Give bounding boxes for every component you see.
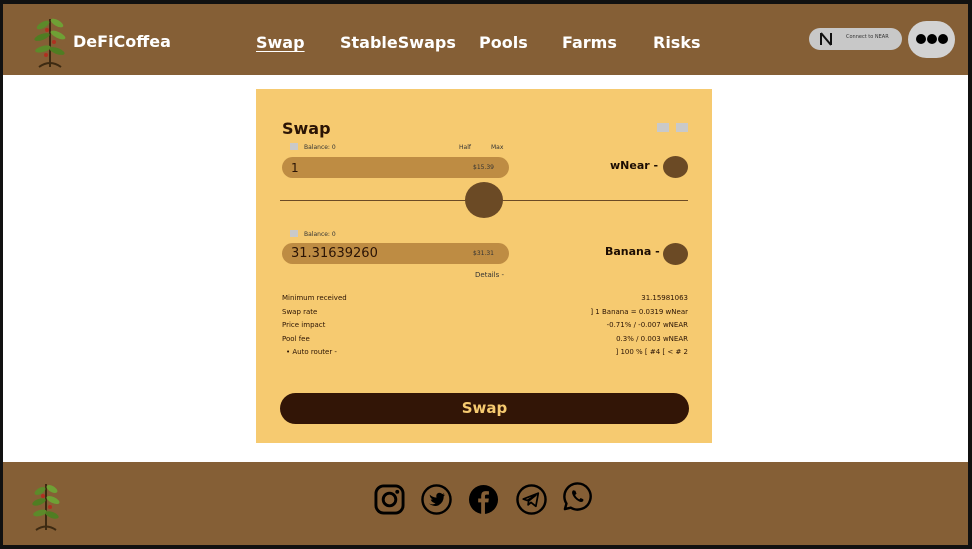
from-token-icon[interactable]: [663, 156, 688, 178]
more-dots-icon: [938, 34, 948, 44]
detail-value: 31.15981063: [641, 294, 688, 302]
from-token-selector[interactable]: wNear -: [610, 159, 658, 172]
brand-name[interactable]: DeFiCoffea: [73, 32, 171, 51]
more-menu-button[interactable]: [908, 21, 955, 58]
from-usd-value: $15.39: [473, 164, 494, 171]
to-amount-field: $31.31: [282, 243, 509, 264]
coffee-plant-logo-icon: [32, 484, 60, 531]
coffee-plant-logo-icon[interactable]: [33, 11, 67, 69]
detail-label: Swap rate: [282, 308, 318, 316]
nav-risks[interactable]: Risks: [653, 33, 701, 52]
auto-router-toggle[interactable]: • Auto router -: [286, 348, 337, 356]
half-button[interactable]: Half: [459, 144, 471, 151]
nav-pools[interactable]: Pools: [479, 33, 528, 52]
max-button[interactable]: Max: [491, 144, 503, 151]
whatsapp-icon[interactable]: [562, 481, 593, 512]
to-token-selector[interactable]: Banana -: [605, 245, 660, 258]
swap-title: Swap: [282, 119, 331, 138]
connect-near-button[interactable]: Connect to NEAR: [809, 28, 902, 50]
detail-label: Price impact: [282, 321, 326, 329]
to-token-icon[interactable]: [663, 243, 688, 265]
detail-value: -0.71% / -0.007 wNEAR: [606, 321, 688, 329]
detail-value: ] 1 Banana = 0.0319 wNear: [590, 308, 688, 316]
top-navbar: DeFiCoffea Swap StableSwaps Pools Farms …: [3, 4, 968, 75]
app-window: DeFiCoffea Swap StableSwaps Pools Farms …: [3, 4, 968, 545]
footer: [3, 462, 968, 545]
to-amount-input[interactable]: [291, 246, 441, 261]
from-amount-field: $15.39: [282, 157, 509, 178]
to-balance-checkbox[interactable]: [290, 230, 298, 237]
nav-farms[interactable]: Farms: [562, 33, 617, 52]
to-balance-label: Balance: 0: [304, 231, 336, 238]
to-usd-value: $31.31: [473, 250, 494, 257]
detail-label: Minimum received: [282, 294, 347, 302]
telegram-icon[interactable]: [516, 484, 547, 515]
facebook-icon[interactable]: [468, 484, 499, 515]
refresh-square-icon[interactable]: [676, 123, 688, 132]
twitter-icon[interactable]: [421, 484, 452, 515]
from-amount-input[interactable]: [291, 160, 441, 175]
more-dots-icon: [927, 34, 937, 44]
flip-tokens-button[interactable]: [465, 182, 503, 218]
settings-square-icon[interactable]: [657, 123, 669, 132]
swap-submit-button[interactable]: Swap: [280, 393, 689, 424]
detail-value: 0.3% / 0.003 wNEAR: [616, 335, 688, 343]
nav-stableswaps[interactable]: StableSwaps: [340, 33, 456, 52]
instagram-icon[interactable]: [374, 484, 405, 515]
from-balance-checkbox[interactable]: [290, 143, 298, 150]
details-toggle[interactable]: Details -: [475, 271, 504, 279]
connect-near-label: Connect to NEAR: [846, 34, 889, 40]
detail-label: Pool fee: [282, 335, 310, 343]
near-logo-icon: [820, 32, 832, 46]
swap-card: Swap Balance: 0 Half Max $15.39 wNear - …: [256, 89, 712, 443]
more-dots-icon: [916, 34, 926, 44]
from-balance-label: Balance: 0: [304, 144, 336, 151]
detail-value: ] 100 % [ #4 [ < # 2: [615, 348, 688, 356]
nav-swap[interactable]: Swap: [256, 33, 305, 52]
